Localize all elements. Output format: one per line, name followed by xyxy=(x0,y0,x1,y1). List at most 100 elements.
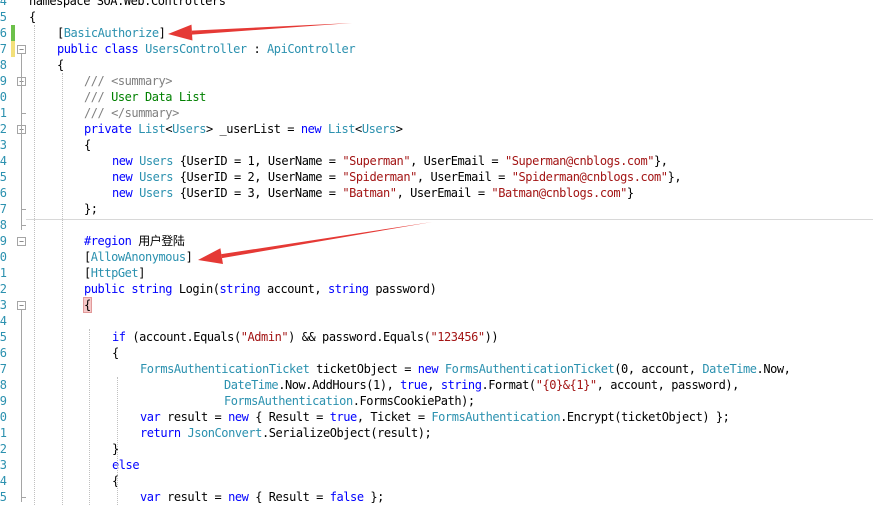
code-line[interactable]: 3{ xyxy=(0,137,873,153)
collapse-toggle-icon[interactable]: − xyxy=(17,301,26,310)
line-number: 6 xyxy=(0,26,7,40)
code-text[interactable]: { xyxy=(83,297,92,313)
code-token: "Spiderman" xyxy=(342,170,417,184)
change-marker xyxy=(11,25,15,41)
code-text[interactable]: FormsAuthentication.FormsCookiePath); xyxy=(224,393,475,409)
line-number: 6 xyxy=(0,346,7,360)
line-number: 4 xyxy=(0,0,7,8)
code-text[interactable]: /// </summary> xyxy=(84,105,179,121)
code-token: result = xyxy=(167,410,229,424)
code-token: result = xyxy=(167,490,229,504)
code-text[interactable]: #region 用户登陆 xyxy=(84,233,185,249)
code-text[interactable]: { xyxy=(112,345,119,361)
code-text[interactable]: var result = new { Result = false }; xyxy=(140,489,384,505)
code-text[interactable]: public string Login(string account, stri… xyxy=(84,281,437,297)
code-token: /// </summary> xyxy=(84,106,179,120)
code-line[interactable]: 0 [AllowAnonymous] xyxy=(0,249,873,265)
code-line[interactable]: 7 public class UsersController : ApiContr… xyxy=(0,41,873,57)
code-token: HttpGet xyxy=(90,266,139,280)
code-token: AllowAnonymous xyxy=(90,250,186,264)
code-token: , xyxy=(427,378,441,392)
outline-line xyxy=(21,54,22,230)
code-token: return xyxy=(140,426,188,440)
code-line[interactable]: 9 #region 用户登陆 xyxy=(0,233,873,249)
code-token: public string xyxy=(84,282,179,296)
code-token: , UserEmail = xyxy=(416,170,512,184)
code-text[interactable]: [BasicAuthorize] xyxy=(57,25,166,41)
member-separator xyxy=(26,219,873,220)
code-line[interactable]: 4 namespace SOA.Web.Controllers xyxy=(0,0,873,9)
code-text[interactable]: new Users {UserID = 3, UserName = "Batma… xyxy=(112,185,634,201)
code-text[interactable]: /// <summary> xyxy=(84,73,173,89)
code-line[interactable]: 2} xyxy=(0,441,873,457)
code-line[interactable]: 6 [BasicAuthorize] xyxy=(0,25,873,41)
indent-guide xyxy=(34,25,35,505)
code-text[interactable]: [AllowAnonymous] xyxy=(84,249,193,265)
indent-guide xyxy=(62,73,63,505)
code-token: FormsAuthentication xyxy=(431,410,561,424)
code-token: .Now.AddHours(1), xyxy=(278,378,401,392)
code-text[interactable]: { xyxy=(57,57,64,73)
code-token: "Superman@cnblogs.com" xyxy=(504,154,655,168)
code-token: (account.Equals( xyxy=(132,330,241,344)
code-text[interactable]: { xyxy=(84,137,91,153)
code-line[interactable]: 9 /// <summary> xyxy=(0,73,873,89)
code-line[interactable]: 6 new Users {UserID = 3, UserName = "Batm… xyxy=(0,185,873,201)
code-token: string xyxy=(440,378,482,392)
code-token: namespace SOA.Web.Controllers xyxy=(29,0,226,8)
code-line[interactable]: 3 else xyxy=(0,457,873,473)
code-text[interactable]: }; xyxy=(84,201,98,217)
line-number: 4 xyxy=(0,314,7,328)
code-line[interactable]: 5 if (account.Equals("Admin") && password… xyxy=(0,329,873,345)
code-line[interactable]: 9 FormsAuthentication.FormsCookiePath); xyxy=(0,393,873,409)
line-number: 0 xyxy=(0,250,7,264)
line-number: 4 xyxy=(0,474,7,488)
code-line[interactable]: 7}; xyxy=(0,201,873,217)
code-line[interactable]: 8 DateTime.Now.AddHours(1), true, string.… xyxy=(0,377,873,393)
code-line[interactable]: 5 new Users {UserID = 2, UserName = "Spid… xyxy=(0,169,873,185)
collapse-toggle-icon[interactable]: − xyxy=(17,45,26,54)
code-text[interactable]: new Users {UserID = 1, UserName = "Super… xyxy=(112,153,668,169)
line-number: 0 xyxy=(0,410,7,424)
line-number: 8 xyxy=(0,58,7,72)
code-token: ticketObject = xyxy=(309,362,418,376)
line-number: 2 xyxy=(0,442,7,456)
code-text[interactable]: private List<Users> _userList = new List… xyxy=(84,121,403,137)
code-text[interactable]: if (account.Equals("Admin") && password.… xyxy=(112,329,499,345)
code-line[interactable]: 1 /// </summary> xyxy=(0,105,873,121)
code-line[interactable]: 0 /// User Data List xyxy=(0,89,873,105)
code-line[interactable]: 2 private List<Users> _userList = new Lis… xyxy=(0,121,873,137)
code-line[interactable]: 2 public string Login(string account, str… xyxy=(0,281,873,297)
code-line[interactable]: 7 FormsAuthenticationTicket ticketObject … xyxy=(0,361,873,377)
code-text[interactable]: [HttpGet] xyxy=(84,265,145,281)
code-text[interactable]: new Users {UserID = 2, UserName = "Spide… xyxy=(112,169,682,185)
code-text[interactable]: FormsAuthenticationTicket ticketObject =… xyxy=(140,361,791,377)
code-token: Users xyxy=(139,186,173,200)
code-line[interactable]: 4{ xyxy=(0,473,873,489)
code-token: {UserID = 2, UserName = xyxy=(172,170,343,184)
code-text[interactable]: /// User Data List xyxy=(84,89,206,105)
code-text[interactable]: var result = new { Result = true, Ticket… xyxy=(140,409,730,425)
code-text[interactable]: DateTime.Now.AddHours(1), true, string.F… xyxy=(224,377,739,393)
code-line[interactable]: 6{ xyxy=(0,345,873,361)
code-line[interactable]: 1 return JsonConvert.SerializeObject(resu… xyxy=(0,425,873,441)
code-line[interactable]: 1 [HttpGet] xyxy=(0,265,873,281)
code-text[interactable]: namespace SOA.Web.Controllers xyxy=(29,0,226,9)
code-line[interactable]: 4 new Users {UserID = 1, UserName = "Supe… xyxy=(0,153,873,169)
code-token: ] xyxy=(138,266,145,280)
code-token: .Format( xyxy=(481,378,536,392)
code-token: "Superman" xyxy=(342,154,411,168)
code-line[interactable]: 5 var result = new { Result = false }; xyxy=(0,489,873,505)
code-line[interactable]: 0 var result = new { Result = true, Ticke… xyxy=(0,409,873,425)
code-line[interactable]: 5{ xyxy=(0,9,873,25)
code-text[interactable]: { xyxy=(29,9,36,25)
code-line[interactable]: 8{ xyxy=(0,57,873,73)
code-editor[interactable]: 4 namespace SOA.Web.Controllers 5{6 [BasicA… xyxy=(0,0,873,505)
code-line[interactable]: 4 xyxy=(0,313,873,329)
code-line[interactable]: 3{ xyxy=(0,297,873,313)
code-text[interactable]: return JsonConvert.SerializeObject(resul… xyxy=(140,425,432,441)
code-text[interactable]: public class UsersController : ApiContro… xyxy=(57,41,356,57)
collapse-toggle-icon[interactable]: − xyxy=(17,237,26,246)
code-token: UsersController xyxy=(145,42,247,56)
code-token: }; xyxy=(84,202,98,216)
